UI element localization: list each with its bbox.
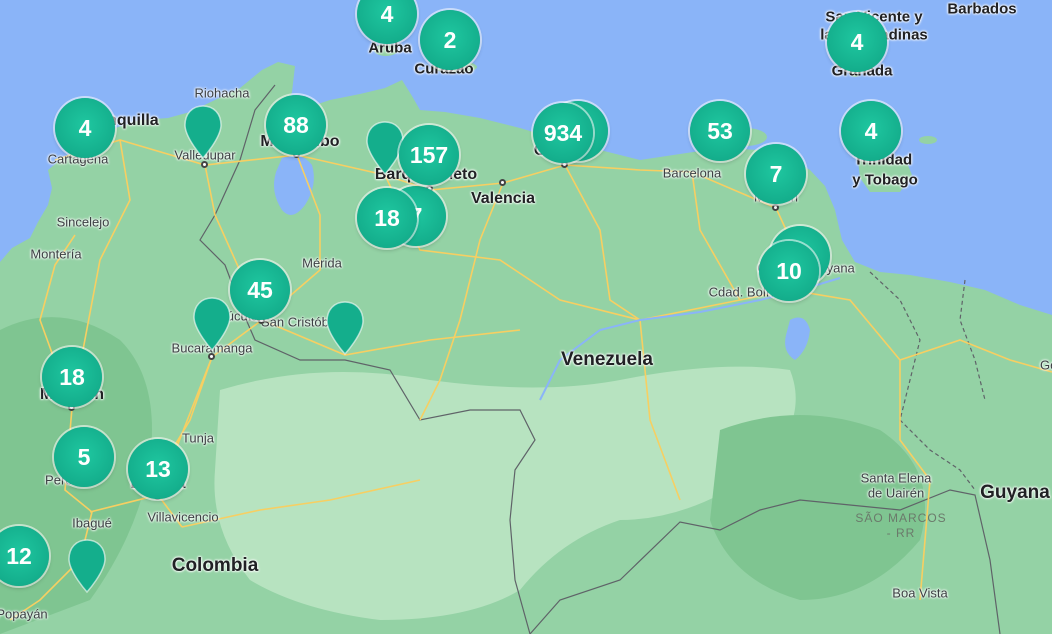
cluster-marker-granadinas[interactable]: 4 <box>827 12 887 72</box>
cluster-marker-barquisimeto-west[interactable]: 18 <box>357 188 417 248</box>
cluster-marker-guayana[interactable]: 10 <box>759 241 819 301</box>
cluster-marker-bogota[interactable]: 13 <box>128 439 188 499</box>
map-pin[interactable] <box>192 296 232 352</box>
island-trinidad <box>858 158 912 192</box>
cluster-marker-barquisimeto[interactable]: 157 <box>399 125 459 185</box>
island-aruba <box>374 44 398 56</box>
cluster-marker-curazao[interactable]: 2 <box>420 10 480 70</box>
map-pin[interactable] <box>325 300 365 356</box>
cluster-marker-barranquilla[interactable]: 4 <box>55 98 115 158</box>
cluster-marker-maturin[interactable]: 7 <box>746 144 806 204</box>
city-dot <box>208 353 215 360</box>
island-tobago <box>919 136 937 144</box>
cluster-marker-cucuta[interactable]: 45 <box>230 260 290 320</box>
cluster-marker-maracaibo[interactable]: 88 <box>266 95 326 155</box>
map-pin[interactable] <box>67 538 107 594</box>
map-pin[interactable] <box>183 104 223 160</box>
cluster-marker-caracas[interactable]: 934 <box>533 103 593 163</box>
cluster-marker-trinidad[interactable]: 4 <box>841 101 901 161</box>
cluster-marker-medellin[interactable]: 18 <box>42 347 102 407</box>
city-dot <box>772 204 779 211</box>
cluster-marker-pereira[interactable]: 5 <box>54 427 114 487</box>
city-dot <box>201 161 208 168</box>
cluster-marker-barcelona[interactable]: 53 <box>690 101 750 161</box>
map-canvas[interactable]: Barbados San Vicente y las Granadinas Gr… <box>0 0 1052 634</box>
city-dot <box>499 179 506 186</box>
map-basemap <box>0 44 1052 634</box>
